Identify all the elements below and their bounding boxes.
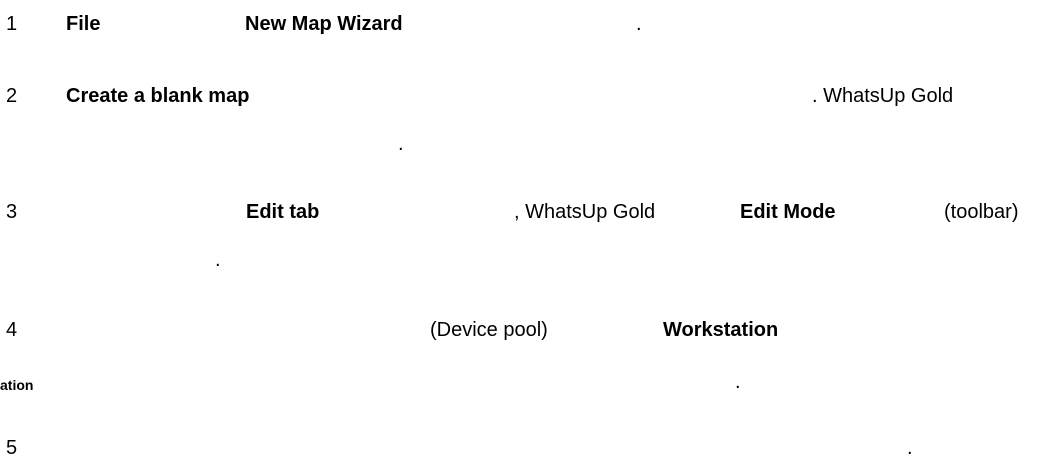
- edit-mode-label: Edit Mode: [740, 201, 836, 223]
- step-text: .: [398, 133, 404, 155]
- step-text: . WhatsUp Gold: [812, 85, 954, 107]
- step-number: 5: [6, 437, 18, 459]
- step-text: ation: [0, 377, 34, 393]
- new-map-wizard-label: New Map Wizard: [245, 13, 403, 35]
- device-pool-label: (Device pool): [430, 319, 548, 341]
- step-text: .: [215, 249, 221, 271]
- step-text: .: [636, 13, 642, 35]
- edit-tab-label: Edit tab: [246, 201, 320, 223]
- step-text: .: [907, 437, 913, 459]
- toolbar-label: (toolbar): [944, 201, 1019, 223]
- workstation-label: Workstation: [663, 319, 779, 341]
- create-blank-map-label: Create a blank map: [66, 85, 250, 107]
- step-number: 4: [6, 319, 18, 341]
- step-number: 1: [6, 13, 18, 35]
- step-number: 2: [6, 85, 18, 107]
- step-number: 3: [6, 201, 18, 223]
- file-menu-label: File: [66, 13, 101, 35]
- step-text: , WhatsUp Gold: [514, 201, 656, 223]
- step-text: .: [735, 371, 741, 393]
